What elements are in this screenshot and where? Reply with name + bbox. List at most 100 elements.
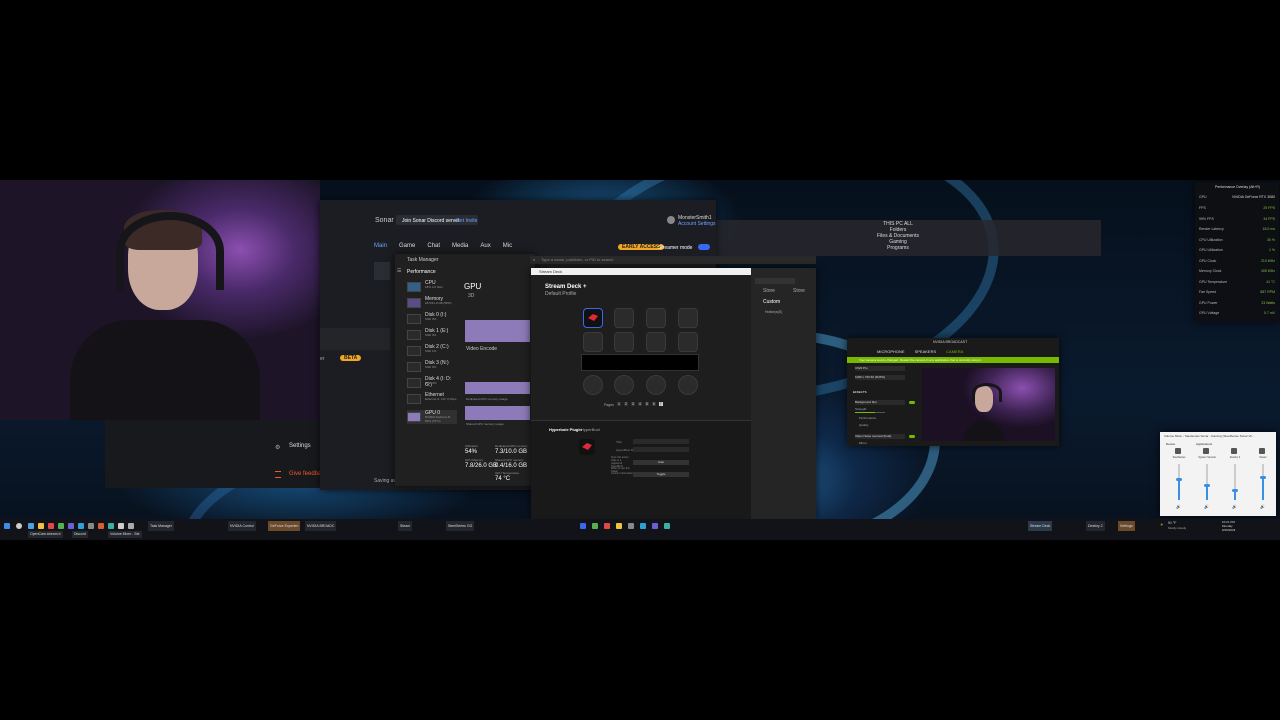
taskbar-app-steam[interactable]: Steam — [398, 521, 413, 531]
volume-slider[interactable] — [1176, 464, 1182, 500]
profile-selector[interactable]: Default Profile — [545, 291, 576, 297]
account-settings-link[interactable]: Account Settings — [678, 221, 716, 227]
discord-banner[interactable]: Join Sonar Discord server Get Invite — [396, 215, 478, 225]
app-icon-17[interactable] — [664, 523, 670, 529]
page-6[interactable]: 6 — [651, 402, 656, 406]
dial-4[interactable] — [678, 375, 698, 395]
tab-mic[interactable]: Mic — [503, 243, 512, 249]
app-icon-5[interactable] — [88, 523, 94, 529]
title-input[interactable] — [633, 439, 689, 444]
effect-toggle[interactable] — [909, 401, 915, 404]
mode-performance[interactable]: Performance — [859, 416, 876, 420]
taskbar-app-opencam[interactable]: OpenCam.stream.b — [28, 531, 63, 538]
page-7[interactable]: 7 — [658, 402, 663, 406]
hyperbool-id-input[interactable] — [633, 447, 689, 452]
app-icon-9[interactable] — [128, 523, 134, 529]
speaker-icon[interactable]: 🔊 — [1232, 504, 1237, 509]
custom-action-item[interactable]: Hotkeys(S) — [765, 310, 782, 314]
page-2[interactable]: 2 — [623, 402, 628, 406]
app-icon-16[interactable] — [652, 523, 658, 529]
app-icon[interactable] — [48, 523, 54, 529]
tab-main[interactable]: Main — [374, 243, 387, 249]
dial-2[interactable] — [614, 375, 634, 395]
effect-select[interactable]: Background blur — [855, 400, 905, 405]
key-6[interactable] — [614, 332, 634, 352]
dial-3[interactable] — [646, 375, 666, 395]
app-icon-7[interactable] — [108, 523, 114, 529]
app-icon-3[interactable] — [68, 523, 74, 529]
key-1[interactable] — [583, 308, 603, 328]
tab-media[interactable]: Media — [452, 243, 468, 249]
source-select[interactable]: C922 Pro — [855, 366, 905, 371]
taskbar-app-discord[interactable]: Discord — [72, 531, 88, 538]
speaker-icon[interactable]: 🔊 — [1260, 504, 1265, 509]
tm-item-memory[interactable]: Memory 18.5/31.9 GB (58%) — [407, 296, 457, 310]
taskbar-app-nvidia-control[interactable]: NVIDIA Control — [228, 521, 256, 531]
explorer-icon[interactable] — [38, 523, 44, 529]
resolution-select[interactable]: 1080 x 720 60 (MJPG) — [855, 375, 905, 380]
volume-slider[interactable] — [1260, 464, 1266, 500]
speaker-icon[interactable]: 🔊 — [1204, 504, 1209, 509]
tab-microphone[interactable]: MICROPHONE — [877, 349, 905, 354]
speaker-icon[interactable]: 🔊 — [1176, 504, 1181, 509]
second-effect-select[interactable]: Video Noise removal (beta) — [855, 434, 905, 439]
mirror-checkbox[interactable]: Mirror — [859, 441, 867, 445]
app-icon-15[interactable] — [640, 523, 646, 529]
tm-item-ethernet[interactable]: Ethernet Ethernet S: 0 R: 0 Kbps — [407, 392, 457, 406]
action-icon[interactable] — [579, 439, 595, 455]
tab-speakers[interactable]: SPEAKERS — [915, 349, 937, 354]
get-invite-link[interactable]: Get Invite — [456, 218, 477, 224]
page-5[interactable]: 5 — [644, 402, 649, 406]
search-input[interactable]: Type a name, publisher, or PID to search — [541, 257, 613, 262]
page-3[interactable]: 3 — [630, 402, 635, 406]
tm-item-disk0[interactable]: Disk 0 (I:) SSD 0% — [407, 312, 457, 326]
custom-category[interactable]: Custom — [763, 299, 780, 305]
app-icon-12[interactable] — [604, 523, 610, 529]
app-icon-14[interactable] — [628, 523, 634, 529]
key-4[interactable] — [678, 308, 698, 328]
search-taskbar-icon[interactable] — [16, 523, 22, 529]
mode-quality[interactable]: Quality — [859, 423, 868, 427]
taskbar-app-settings[interactable]: Settings — [1118, 521, 1135, 531]
taskbar-app-nvidia-broadcast[interactable]: NVIDIA BROADC — [305, 521, 337, 531]
taskbar-app-geforce[interactable]: GeForce Experien — [268, 521, 301, 531]
app-icon-2[interactable] — [58, 523, 64, 529]
key-7[interactable] — [646, 332, 666, 352]
key-3[interactable] — [646, 308, 666, 328]
auto-button[interactable]: Auto — [633, 460, 689, 465]
app-icon-11[interactable] — [592, 523, 598, 529]
task-manager-search[interactable]: ⌕ Type a name, publisher, or PID to sear… — [530, 256, 816, 264]
second-effect-toggle[interactable] — [909, 435, 915, 438]
strength-slider[interactable] — [855, 412, 885, 413]
store-link[interactable]: Store — [763, 288, 775, 294]
actions-search[interactable] — [755, 278, 795, 284]
tm-item-disk1[interactable]: Disk 1 (E:) SSD 0% — [407, 328, 457, 342]
tm-item-gpu[interactable]: GPU 0 NVIDIA GeForce R 54% (74°C) — [407, 410, 457, 424]
taskbar-app-task-manager[interactable]: Task Manager — [148, 521, 174, 531]
taskbar-app-steelseries[interactable]: SteelSeries GG — [446, 521, 475, 531]
page-1[interactable]: 1 — [617, 402, 621, 406]
app-icon-6[interactable] — [98, 523, 104, 529]
tm-item-disk4[interactable]: Disk 4 (I: D: G:) HDD 0% — [407, 376, 457, 390]
tab-chat[interactable]: Chat — [427, 243, 440, 249]
avatar[interactable] — [667, 216, 675, 224]
tab-camera[interactable]: CAMERA — [946, 349, 963, 354]
start-icon[interactable] — [4, 523, 10, 529]
search-category-programs[interactable]: Programs — [868, 245, 928, 251]
menu-icon[interactable]: ☰ — [397, 268, 401, 274]
taskbar-app-volume-mixer[interactable]: Volume Mixer - Ste — [108, 531, 142, 538]
touch-strip[interactable] — [581, 354, 699, 371]
key-8[interactable] — [678, 332, 698, 352]
volume-slider[interactable] — [1232, 464, 1238, 500]
tm-item-disk2[interactable]: Disk 2 (C:) SSD 1% — [407, 344, 457, 358]
volume-slider[interactable] — [1204, 464, 1210, 500]
tm-item-disk3[interactable]: Disk 3 (N:) SSD 0% — [407, 360, 457, 374]
tm-item-cpu[interactable]: CPU 18% 4.0 GHz — [407, 280, 457, 294]
streamer-mode-toggle[interactable] — [698, 244, 710, 250]
key-5[interactable] — [583, 332, 603, 352]
device-name[interactable]: Stream Deck + — [545, 284, 587, 290]
app-icon-10[interactable] — [580, 523, 586, 529]
tab-aux[interactable]: Aux — [480, 243, 490, 249]
toggle-button[interactable]: Toggle — [633, 472, 689, 477]
tab-game[interactable]: Game — [399, 243, 415, 249]
